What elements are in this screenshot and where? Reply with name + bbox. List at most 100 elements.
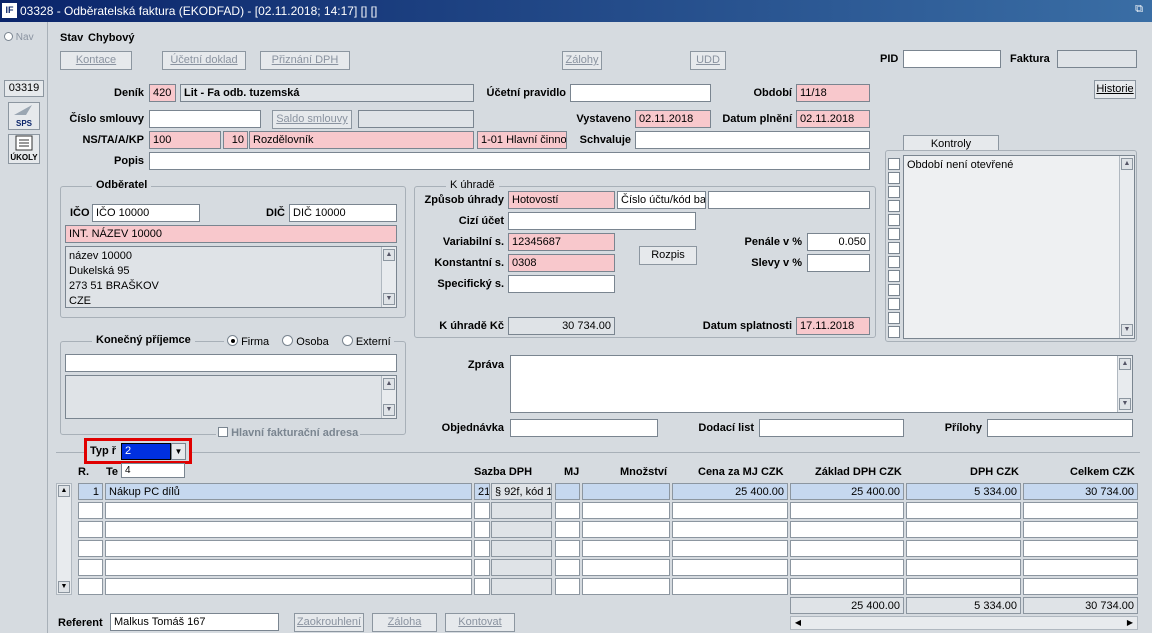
zprava-field[interactable]: ▲ ▼	[510, 355, 1133, 413]
kontroly-checkbox[interactable]	[888, 242, 900, 254]
cislo-smlouvy-field[interactable]	[149, 110, 261, 128]
cell-sazba[interactable]	[474, 559, 490, 576]
kontroly-checkbox[interactable]	[888, 200, 900, 212]
scroll-down-icon[interactable]: ▼	[383, 293, 395, 305]
cell-text[interactable]	[105, 502, 472, 519]
schvaluje-field[interactable]	[635, 131, 870, 149]
cell-sazba-text[interactable]	[491, 540, 552, 557]
externi-radio[interactable]	[341, 335, 353, 346]
prilohy-field[interactable]	[987, 419, 1133, 437]
cell-mnozstvi[interactable]	[582, 502, 670, 519]
cell-zaklad[interactable]	[790, 578, 904, 595]
ta-field[interactable]: 10	[223, 131, 248, 149]
penale-field[interactable]: 0.050	[807, 233, 870, 251]
cell-celkem[interactable]	[1023, 502, 1138, 519]
cell-celkem[interactable]	[1023, 540, 1138, 557]
zaokrouhleni-button[interactable]: Zaokrouhlení	[294, 613, 364, 632]
restore-window-icon[interactable]: ⧉	[1130, 3, 1148, 19]
cell-sazba-text[interactable]: § 92f, kód 1	[491, 483, 552, 500]
scroll-up-icon[interactable]: ▲	[383, 249, 395, 261]
cell-mnozstvi[interactable]	[582, 521, 670, 538]
int-nazev-field[interactable]: INT. NÁZEV 10000	[65, 225, 397, 243]
kontroly-checkbox[interactable]	[888, 256, 900, 268]
typ-option[interactable]: 4	[121, 463, 185, 478]
cell-zaklad[interactable]	[790, 521, 904, 538]
vystaveno-field[interactable]: 02.11.2018	[635, 110, 711, 128]
datum-plneni-field[interactable]: 02.11.2018	[796, 110, 870, 128]
kp-field[interactable]: 1-01 Hlavní činnos	[477, 131, 567, 149]
ta-name-field[interactable]: Rozdělovník	[249, 131, 474, 149]
hlavni-adresa-checkbox[interactable]	[218, 427, 228, 437]
cell-text[interactable]	[105, 521, 472, 538]
variabilni-field[interactable]: 12345687	[508, 233, 615, 251]
scroll-down-icon[interactable]: ▼	[383, 404, 395, 416]
kontroly-checkbox[interactable]	[888, 298, 900, 310]
kontroly-scrollbar[interactable]: ▲ ▼	[1119, 156, 1134, 338]
zalohy-button[interactable]: Zálohy	[562, 51, 602, 70]
dic-field[interactable]: DIČ 10000	[289, 204, 397, 222]
kontroly-checkbox[interactable]	[888, 214, 900, 226]
ucetni-pravidlo-field[interactable]	[570, 84, 711, 102]
ico-field[interactable]: IČO 10000	[92, 204, 200, 222]
firma-radio[interactable]	[227, 335, 238, 346]
scroll-up-icon[interactable]: ▲	[1119, 358, 1131, 370]
horizontal-scrollbar[interactable]: ◀ ▶	[790, 616, 1138, 630]
kontroly-checkbox[interactable]	[888, 270, 900, 282]
cell-cena[interactable]: 25 400.00	[672, 483, 788, 500]
kontroly-checkbox[interactable]	[888, 326, 900, 338]
scroll-left-icon[interactable]: ◀	[792, 617, 804, 629]
kontace-button[interactable]: Kontace	[60, 51, 132, 70]
slevy-field[interactable]	[807, 254, 870, 272]
zaloha-button[interactable]: Záloha	[372, 613, 437, 632]
nav-radio[interactable]	[4, 32, 13, 41]
chevron-down-icon[interactable]: ▼	[171, 443, 186, 460]
faktura-field[interactable]	[1057, 50, 1137, 68]
cell-celkem[interactable]	[1023, 521, 1138, 538]
cell-celkem[interactable]	[1023, 578, 1138, 595]
cizi-ucet-field[interactable]	[508, 212, 696, 230]
table-scrollbar[interactable]: ▲ ▼	[56, 483, 72, 595]
kontroly-checkbox[interactable]	[888, 312, 900, 324]
scroll-up-icon[interactable]: ▲	[1121, 158, 1133, 170]
priznani-dph-button[interactable]: Přiznání DPH	[260, 51, 350, 70]
cell-sazba[interactable]: 21	[474, 483, 490, 500]
popis-field[interactable]	[149, 152, 870, 170]
cell-celkem[interactable]	[1023, 559, 1138, 576]
sps-button[interactable]: SPS	[8, 102, 40, 130]
splatnost-field[interactable]: 17.11.2018	[796, 317, 870, 335]
cell-dph[interactable]: 5 334.00	[906, 483, 1021, 500]
nav-toggle[interactable]: Nav	[4, 32, 34, 43]
cell-r[interactable]	[78, 559, 103, 576]
cell-zaklad[interactable]	[790, 540, 904, 557]
cell-mj[interactable]	[555, 521, 580, 538]
udd-button[interactable]: UDD	[690, 51, 726, 70]
cell-mj[interactable]	[555, 578, 580, 595]
cell-sazba-text[interactable]	[491, 521, 552, 538]
cell-mnozstvi[interactable]	[582, 559, 670, 576]
cell-mj[interactable]	[555, 483, 580, 500]
cell-text[interactable]	[105, 578, 472, 595]
address-scrollbar[interactable]: ▲ ▼	[381, 247, 396, 307]
cell-cena[interactable]	[672, 502, 788, 519]
saldo-smlouvy-button[interactable]: Saldo smlouvy	[272, 110, 352, 129]
cell-text[interactable]: Nákup PC dílů	[105, 483, 472, 500]
cell-sazba-text[interactable]	[491, 502, 552, 519]
specificky-field[interactable]	[508, 275, 615, 293]
cell-cena[interactable]	[672, 521, 788, 538]
cell-dph[interactable]	[906, 521, 1021, 538]
hlavni-adresa-option[interactable]: Hlavní fakturační adresa	[216, 427, 361, 439]
cell-sazba[interactable]	[474, 578, 490, 595]
zprava-scrollbar[interactable]: ▲ ▼	[1117, 356, 1132, 412]
cell-sazba[interactable]	[474, 502, 490, 519]
ucet-field[interactable]	[708, 191, 870, 209]
denik-code-field[interactable]: 420	[149, 84, 176, 102]
cell-r[interactable]	[78, 521, 103, 538]
cell-mnozstvi[interactable]	[582, 540, 670, 557]
zpusob-uhrady-field[interactable]: Hotovostí	[508, 191, 615, 209]
ukoly-button[interactable]: ÚKOLY	[8, 134, 40, 164]
cell-celkem[interactable]: 30 734.00	[1023, 483, 1138, 500]
cell-r[interactable]	[78, 502, 103, 519]
scroll-up-icon[interactable]: ▲	[58, 485, 70, 497]
scroll-up-icon[interactable]: ▲	[383, 378, 395, 390]
cell-text[interactable]	[105, 559, 472, 576]
